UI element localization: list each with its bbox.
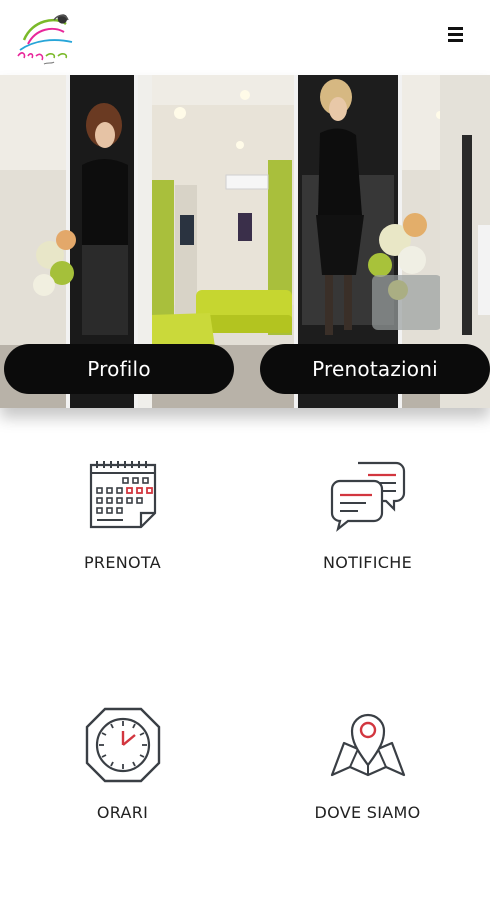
salon-logo-icon [17, 14, 73, 65]
map-pin-icon [330, 713, 405, 777]
calendar-icon [89, 461, 156, 529]
tile-dove-siamo[interactable]: DOVE SIAMO [245, 705, 490, 900]
profile-button[interactable]: Profilo [4, 344, 234, 394]
app-header [0, 0, 490, 75]
tile-label: DOVE SIAMO [314, 803, 421, 822]
tile-notifiche[interactable]: NOTIFICHE [245, 455, 490, 655]
bookings-button[interactable]: Prenotazioni [260, 344, 490, 394]
tile-orari[interactable]: ORARI [0, 705, 245, 900]
tile-label: NOTIFICHE [323, 553, 412, 572]
tile-label: PRENOTA [83, 553, 161, 572]
tile-prenota[interactable]: PRENOTA [0, 455, 245, 655]
clock-icon [85, 707, 160, 783]
hamburger-menu-icon[interactable] [440, 22, 470, 46]
tile-label: ORARI [96, 803, 149, 822]
app-screen: Profilo Prenotazioni PRENOTA NOTIFICHE O… [0, 0, 490, 900]
hero-banner: Profilo Prenotazioni [0, 75, 490, 408]
chat-bubbles-icon [330, 461, 405, 532]
